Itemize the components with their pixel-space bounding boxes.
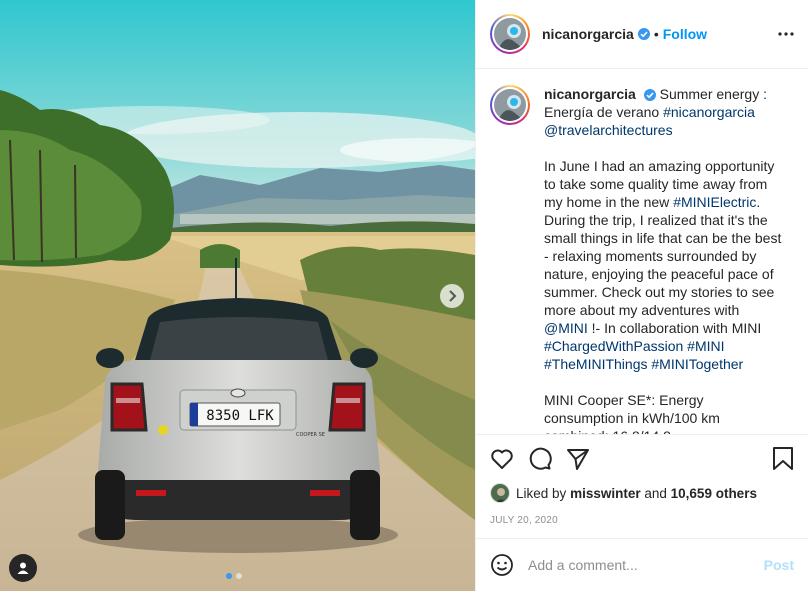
caption-paragraph: MINI Cooper SE*: Energy consumption in k…: [544, 392, 720, 434]
comments-area[interactable]: nicanorgarcia Summer energy : Energía de…: [476, 69, 808, 434]
post-header: nicanorgarcia • Follow: [476, 0, 808, 69]
post-date[interactable]: JULY 20, 2020: [490, 515, 794, 526]
separator-bullet: •: [653, 26, 659, 42]
caption-text: nicanorgarcia Summer energy : Energía de…: [544, 85, 784, 434]
hashtag-link[interactable]: #MINIElectric: [673, 194, 756, 210]
photo-scene: 8350 LFK COOPER SE: [0, 0, 475, 591]
bookmark-icon: [773, 447, 793, 470]
mention-link[interactable]: @travelarchitectures: [544, 122, 673, 138]
action-icons: [490, 445, 794, 473]
post-side-panel: nicanorgarcia • Follow nicanorgarcia Sum…: [475, 0, 808, 591]
likes-summary: Liked by misswinter and 10,659 others: [490, 483, 794, 503]
chevron-right-icon: [449, 290, 457, 302]
mention-link[interactable]: @MINI: [544, 320, 588, 336]
next-photo-button[interactable]: [440, 284, 464, 308]
share-button[interactable]: [566, 447, 590, 471]
avatar-image: [494, 18, 526, 50]
more-options-button[interactable]: [778, 32, 794, 36]
caption-avatar[interactable]: [490, 85, 530, 125]
likes-count[interactable]: 10,659 others: [671, 486, 757, 501]
comment-button[interactable]: [528, 447, 552, 471]
emoji-icon: [491, 554, 513, 576]
comment-input[interactable]: [528, 557, 764, 573]
carousel-dot-active: [226, 573, 232, 579]
person-tag-icon: [17, 562, 29, 574]
follow-button[interactable]: Follow: [663, 26, 707, 42]
avatar[interactable]: [490, 14, 530, 54]
liker-username[interactable]: misswinter: [570, 486, 641, 501]
ellipsis-icon: [778, 32, 794, 36]
comment-bar: Post: [476, 538, 808, 591]
post-dialog: 8350 LFK COOPER SE nicanorgarcia • Follo…: [0, 0, 808, 591]
comment-icon: [529, 447, 552, 470]
model-badge: COOPER SE: [296, 432, 325, 438]
carousel-dot: [236, 573, 242, 579]
avatar-image: [494, 89, 526, 121]
carousel-indicator: [226, 573, 242, 579]
username[interactable]: nicanorgarcia: [542, 26, 634, 42]
likes-prefix: Liked by: [516, 485, 567, 501]
license-plate: 8350 LFK: [206, 408, 274, 424]
hashtag-link[interactable]: #nicanorgarcia: [663, 104, 755, 120]
post-photo[interactable]: 8350 LFK COOPER SE: [0, 0, 475, 591]
likes-and: and: [644, 485, 667, 501]
post-comment-button[interactable]: Post: [764, 557, 794, 573]
verified-icon: [643, 89, 656, 102]
caption-paragraph: In June I had an amazing opportunity to …: [544, 158, 782, 372]
emoji-button[interactable]: [490, 553, 514, 577]
caption: nicanorgarcia Summer energy : Energía de…: [490, 85, 794, 434]
save-button[interactable]: [772, 447, 794, 471]
share-icon: [567, 449, 589, 470]
liker-avatar[interactable]: [490, 483, 510, 503]
verified-icon: [637, 28, 650, 40]
like-button[interactable]: [490, 448, 514, 470]
tagged-people-button[interactable]: [9, 554, 37, 582]
heart-icon: [491, 449, 513, 469]
hashtags-link[interactable]: #ChargedWithPassion #MINI #TheMINIThings…: [544, 338, 743, 372]
caption-username[interactable]: nicanorgarcia: [544, 86, 636, 102]
